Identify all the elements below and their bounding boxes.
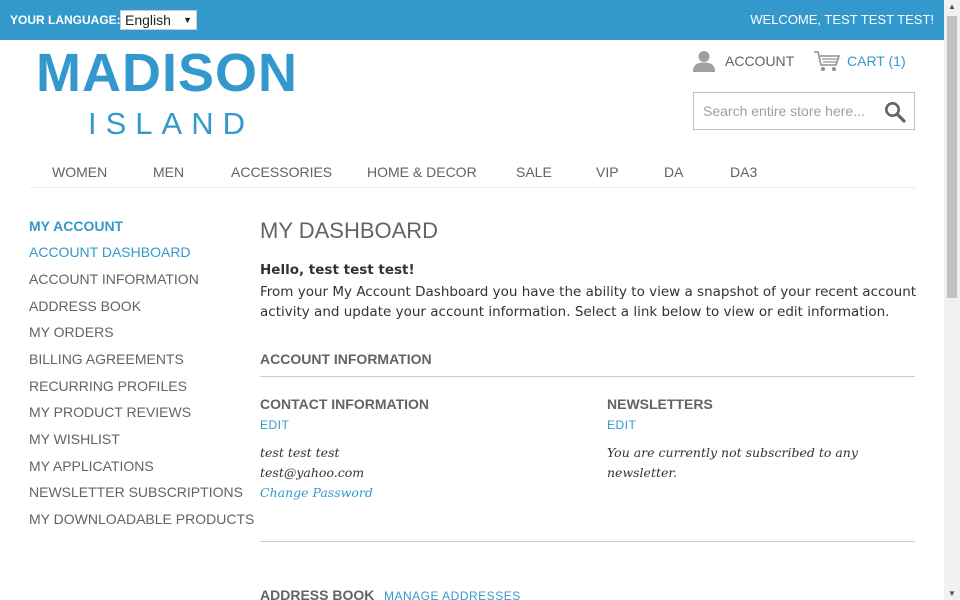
nav-item-accessories[interactable]: ACCESSORIES	[231, 164, 332, 180]
manage-addresses-link[interactable]: MANAGE ADDRESSES	[384, 589, 521, 600]
contact-information-heading: CONTACT INFORMATION	[260, 396, 430, 412]
welcome-message: WELCOME, TEST TEST TEST!	[750, 12, 934, 27]
dropdown-arrow-icon: ▼	[183, 15, 192, 25]
newsletter-status-line-2: newsletter.	[607, 465, 677, 480]
change-password-link[interactable]: Change Password	[260, 485, 373, 500]
nav-item-sale[interactable]: SALE	[516, 164, 552, 180]
contact-email: test@yahoo.com	[260, 465, 365, 480]
language-select-value: English	[125, 12, 171, 28]
greeting: Hello, test test test!	[260, 262, 415, 278]
language-label: YOUR LANGUAGE:	[10, 13, 121, 27]
search-icon[interactable]	[884, 101, 906, 123]
contact-name: test test test	[260, 445, 340, 460]
page-scrollbar[interactable]: ▲ ▼	[944, 0, 960, 600]
newsletters-heading: NEWSLETTERS	[607, 396, 713, 412]
sidebar-item-account-dashboard[interactable]: ACCOUNT DASHBOARD	[29, 244, 191, 260]
sidebar-item-my-wishlist[interactable]: MY WISHLIST	[29, 431, 120, 447]
scrollbar-thumb[interactable]	[947, 16, 957, 298]
logo-main-text: MADISON	[36, 43, 298, 103]
sidebar-item-address-book[interactable]: ADDRESS BOOK	[29, 298, 141, 314]
newsletter-status-line-1: You are currently not subscribed to any	[607, 445, 858, 460]
top-bar: YOUR LANGUAGE: English ▼ WELCOME, TEST T…	[0, 0, 944, 40]
nav-item-vip[interactable]: VIP	[596, 164, 619, 180]
language-select[interactable]: English ▼	[120, 10, 197, 30]
newsletters-edit-link[interactable]: EDIT	[607, 418, 636, 432]
nav-item-men[interactable]: MEN	[153, 164, 184, 180]
sidebar-item-my-product-reviews[interactable]: MY PRODUCT REVIEWS	[29, 404, 191, 420]
user-icon	[693, 51, 715, 72]
main-navigation: WOMEN MEN ACCESSORIES HOME & DECOR SALE …	[30, 160, 915, 188]
sidebar-item-billing-agreements[interactable]: BILLING AGREEMENTS	[29, 351, 184, 367]
sidebar-item-my-applications[interactable]: MY APPLICATIONS	[29, 458, 154, 474]
dashboard-intro: From your My Account Dashboard you have …	[260, 284, 917, 320]
page-title: MY DASHBOARD	[260, 218, 439, 243]
scroll-down-arrow-icon[interactable]: ▼	[948, 589, 956, 598]
sidebar-item-newsletter-subscriptions[interactable]: NEWSLETTER SUBSCRIPTIONS	[29, 484, 243, 500]
search-box	[693, 92, 915, 130]
logo-sub-text: ISLAND	[88, 106, 254, 141]
search-input[interactable]	[694, 93, 874, 129]
sidebar-item-my-orders[interactable]: MY ORDERS	[29, 324, 114, 340]
cart-icon	[814, 51, 841, 71]
contact-edit-link[interactable]: EDIT	[260, 418, 289, 432]
account-information-heading: ACCOUNT INFORMATION	[260, 351, 915, 377]
sidebar-title: MY ACCOUNT	[29, 218, 124, 234]
scroll-up-arrow-icon[interactable]: ▲	[948, 2, 956, 11]
nav-item-da[interactable]: DA	[664, 164, 683, 180]
sidebar-item-my-downloadable-products[interactable]: MY DOWNLOADABLE PRODUCTS	[29, 511, 254, 527]
nav-item-da3[interactable]: DA3	[730, 164, 757, 180]
section-divider	[260, 541, 915, 542]
store-logo[interactable]: MADISON ISLAND	[36, 42, 300, 142]
account-information-heading-label: ACCOUNT INFORMATION	[260, 351, 432, 367]
account-label: ACCOUNT	[725, 53, 795, 69]
sidebar-item-account-information[interactable]: ACCOUNT INFORMATION	[29, 271, 199, 287]
address-book-heading: ADDRESS BOOK	[260, 587, 375, 600]
nav-item-women[interactable]: WOMEN	[52, 164, 107, 180]
nav-item-home-decor[interactable]: HOME & DECOR	[367, 164, 477, 180]
sidebar-item-recurring-profiles[interactable]: RECURRING PROFILES	[29, 378, 187, 394]
cart-label: CART (1)	[847, 53, 906, 69]
